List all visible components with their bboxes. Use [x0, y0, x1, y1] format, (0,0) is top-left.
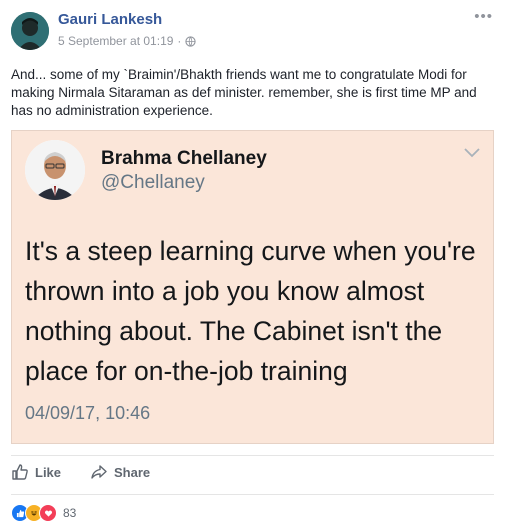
post-meta: 5 September at 01:19 · — [58, 34, 197, 48]
tweet-text: It's a steep learning curve when you're … — [25, 236, 476, 386]
tweet-avatar — [25, 140, 85, 200]
meta-separator: · — [177, 34, 182, 48]
tweet-author-handle: @Chellaney — [101, 172, 205, 193]
divider — [11, 455, 494, 456]
chevron-down-icon — [464, 148, 480, 158]
tweet-avatar-image — [25, 140, 85, 200]
divider — [11, 494, 494, 495]
post-timestamp[interactable]: 5 September at 01:19 — [58, 34, 173, 48]
more-options-icon[interactable]: ••• — [474, 9, 493, 24]
globe-icon[interactable] — [185, 35, 197, 47]
share-button[interactable]: Share — [90, 463, 150, 481]
post-author-name[interactable]: Gauri Lankesh — [58, 11, 162, 28]
share-label: Share — [114, 464, 151, 480]
author-avatar-image — [11, 12, 49, 50]
thumbs-up-icon — [12, 464, 28, 480]
like-button[interactable]: Like — [11, 463, 61, 481]
embedded-tweet-image[interactable]: Brahma Chellaney @Chellaney It's a steep… — [11, 130, 494, 444]
love-reaction-icon — [39, 504, 57, 522]
tweet-timestamp: 04/09/17, 10:46 — [25, 403, 151, 423]
post-text: And... some of my `Braimin'/Bhakth frien… — [11, 67, 477, 118]
reactions-summary[interactable]: 83 — [11, 504, 76, 522]
facebook-post: Gauri Lankesh 5 September at 01:19 · •••… — [0, 0, 505, 526]
reaction-count: 83 — [63, 506, 77, 520]
author-avatar[interactable] — [11, 12, 49, 50]
tweet-author-name: Brahma Chellaney — [101, 148, 267, 169]
like-label: Like — [35, 464, 62, 480]
share-arrow-icon — [91, 465, 107, 479]
